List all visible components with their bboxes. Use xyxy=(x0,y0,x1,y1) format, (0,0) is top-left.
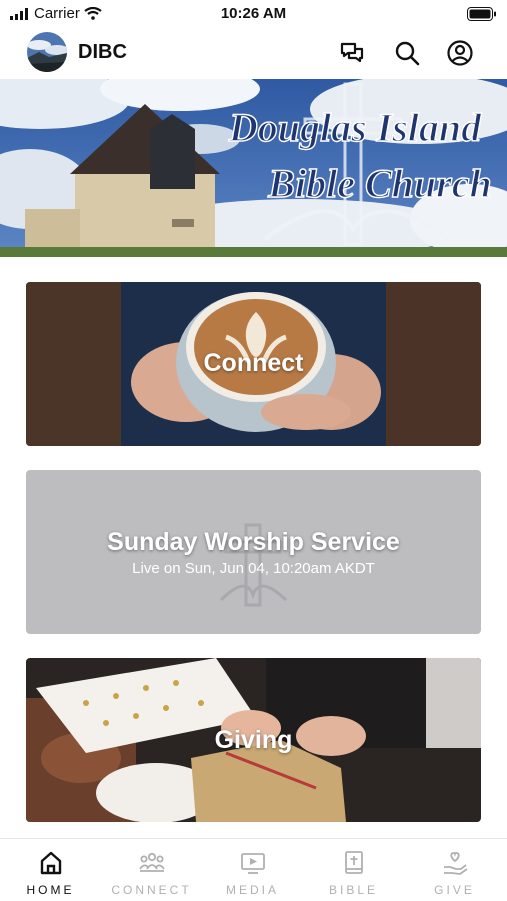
hero-banner: Douglas Island Bible Church xyxy=(0,79,507,257)
tab-media-label: MEDIA xyxy=(225,883,279,897)
tab-home[interactable]: HOME xyxy=(0,839,101,901)
hero-title-line2: Bible Church xyxy=(267,161,491,206)
tab-connect-label: CONNECT xyxy=(111,883,192,897)
connect-card[interactable]: Connect xyxy=(26,282,481,446)
church-avatar[interactable] xyxy=(27,32,67,72)
bottom-tab-bar: HOME CONNECT MEDIA BIBLE GIVE xyxy=(0,838,507,901)
profile-icon[interactable] xyxy=(446,39,474,67)
chat-icon[interactable] xyxy=(338,39,366,67)
tab-bible-label: BIBLE xyxy=(328,883,379,897)
worship-service-subtitle: Live on Sun, Jun 04, 10:20am AKDT xyxy=(132,560,375,577)
media-icon xyxy=(241,853,265,874)
give-icon xyxy=(444,852,468,875)
tab-give[interactable]: GIVE xyxy=(404,839,505,901)
status-bar: Carrier 10:26 AM xyxy=(0,0,507,28)
people-icon xyxy=(139,852,165,872)
worship-service-title: Sunday Worship Service xyxy=(107,528,400,556)
connect-card-label: Connect xyxy=(203,349,304,377)
app-header: DIBC xyxy=(0,30,507,76)
tab-connect[interactable]: CONNECT xyxy=(101,839,202,901)
hero-image: Douglas Island Bible Church xyxy=(0,79,507,257)
home-icon xyxy=(40,851,62,875)
worship-service-card[interactable]: Sunday Worship Service Live on Sun, Jun … xyxy=(26,470,481,634)
search-icon[interactable] xyxy=(393,39,421,67)
status-time: 10:26 AM xyxy=(220,5,287,22)
tab-bible[interactable]: BIBLE xyxy=(303,839,404,901)
bible-icon xyxy=(345,851,363,874)
tab-home-label: HOME xyxy=(26,883,75,897)
battery-icon xyxy=(467,7,496,21)
tab-media[interactable]: MEDIA xyxy=(202,839,303,901)
app-title: DIBC xyxy=(78,41,127,63)
giving-card-label: Giving xyxy=(214,726,293,754)
hero-title-line1: Douglas Island xyxy=(228,105,482,150)
tab-give-label: GIVE xyxy=(434,883,475,897)
giving-card[interactable]: Giving xyxy=(26,658,481,822)
